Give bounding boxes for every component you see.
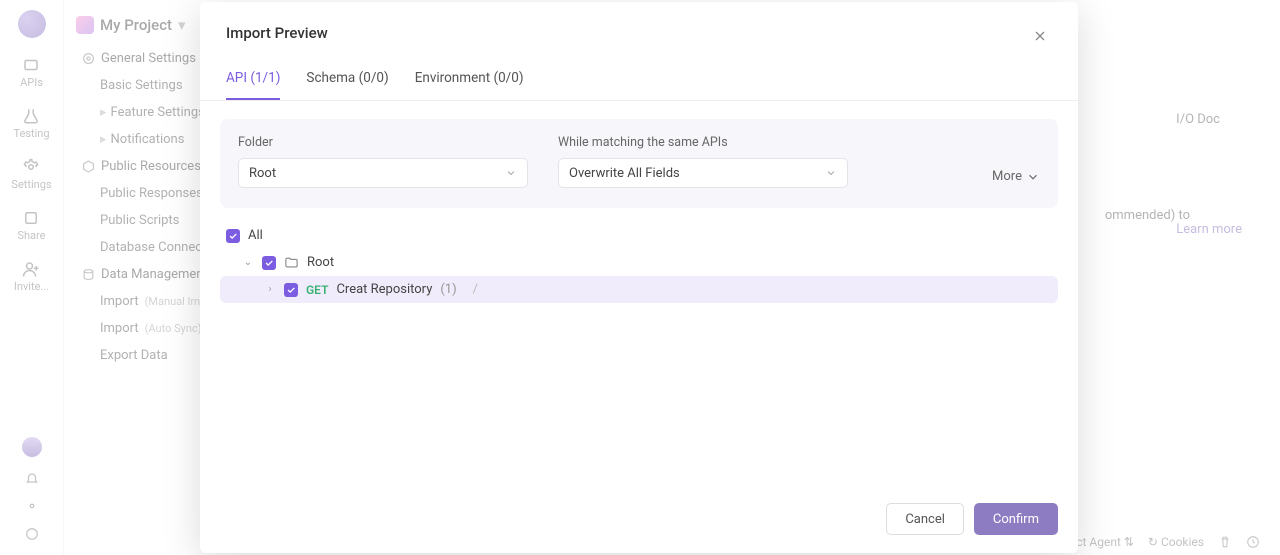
- tree-row-api-item[interactable]: › GET Creat Repository (1) /: [220, 276, 1058, 303]
- checkbox-all[interactable]: [226, 229, 240, 243]
- check-icon: [264, 258, 274, 268]
- http-method: GET: [306, 283, 328, 297]
- caret-icon[interactable]: ⌄: [242, 257, 254, 268]
- options-panel: Folder Root While matching the same APIs…: [220, 119, 1058, 208]
- import-tree: All ⌄ Root › GET Creat Repository (1) /: [220, 222, 1058, 303]
- close-button[interactable]: [1028, 24, 1052, 52]
- gear-icon: [82, 52, 95, 65]
- check-icon: [286, 285, 296, 295]
- rail-share[interactable]: Share: [17, 209, 45, 242]
- iodoc-text: I/O Doc: [1176, 112, 1220, 127]
- share-icon: [22, 209, 40, 227]
- cookies-status[interactable]: ↻ Cookies: [1148, 535, 1204, 549]
- cube-icon: [82, 160, 95, 173]
- rail-apis[interactable]: APIs: [20, 56, 43, 89]
- api-path: /: [473, 282, 478, 297]
- rail-apis-label: APIs: [20, 76, 43, 89]
- folder-label: Folder: [238, 135, 528, 150]
- more-toggle[interactable]: More: [992, 169, 1040, 188]
- rail-invite-label: Invite...: [14, 280, 49, 293]
- import-auto-label: Import: [100, 321, 139, 336]
- checkbox-item[interactable]: [284, 283, 298, 297]
- check-icon: [228, 231, 238, 241]
- match-select[interactable]: Overwrite All Fields: [558, 158, 848, 188]
- chevron-down-icon: [505, 167, 517, 179]
- apis-icon: [22, 56, 40, 74]
- agent-status[interactable]: ect Agent ⇅: [1070, 535, 1134, 549]
- tab-schema[interactable]: Schema (0/0): [306, 70, 388, 100]
- rail-settings-label: Settings: [11, 178, 51, 191]
- modal-footer: Cancel Confirm: [200, 489, 1078, 553]
- rail-settings[interactable]: Settings: [11, 158, 51, 191]
- chevron-down-icon: [825, 167, 837, 179]
- gear-icon[interactable]: [25, 499, 39, 513]
- feature-label: Feature Settings: [111, 105, 205, 120]
- trash-icon[interactable]: [1218, 535, 1232, 549]
- import-auto-tag: (Auto Sync): [145, 322, 202, 335]
- close-icon: [1032, 28, 1048, 44]
- chevron-down-icon: [1026, 170, 1040, 184]
- api-name: Creat Repository: [336, 282, 432, 297]
- match-select-value: Overwrite All Fields: [569, 166, 680, 181]
- app-logo: [18, 10, 46, 38]
- bell-icon[interactable]: [25, 471, 39, 485]
- folder-icon: [284, 255, 299, 270]
- tab-api[interactable]: API (1/1): [226, 70, 280, 100]
- avatar[interactable]: [22, 437, 42, 457]
- folder-select[interactable]: Root: [238, 158, 528, 188]
- tree-row-all[interactable]: All: [220, 222, 1058, 249]
- left-rail: APIs Testing Settings Share Invite...: [0, 0, 64, 555]
- help-icon[interactable]: [25, 527, 39, 541]
- import-preview-modal: Import Preview API (1/1) Schema (0/0) En…: [200, 2, 1078, 553]
- caret-icon[interactable]: ›: [264, 284, 276, 295]
- rail-testing-label: Testing: [13, 127, 49, 140]
- learn-more-link[interactable]: Learn more: [1176, 222, 1242, 237]
- import-manual-label: Import: [100, 294, 139, 309]
- more-label: More: [992, 169, 1022, 184]
- project-name: My Project: [100, 16, 172, 34]
- testing-icon: [22, 107, 40, 125]
- clock-icon[interactable]: [1246, 535, 1260, 549]
- match-label: While matching the same APIs: [558, 135, 848, 150]
- cookies-label: Cookies: [1161, 535, 1204, 549]
- cancel-button[interactable]: Cancel: [886, 503, 964, 535]
- status-bar: ect Agent ⇅ ↻ Cookies: [1070, 535, 1260, 549]
- folder-select-value: Root: [249, 166, 276, 181]
- api-count: (1): [440, 282, 456, 297]
- group-data-label: Data Management: [101, 267, 208, 282]
- confirm-button[interactable]: Confirm: [974, 503, 1058, 535]
- all-label: All: [248, 228, 263, 243]
- root-label: Root: [307, 255, 334, 270]
- rail-share-label: Share: [17, 229, 45, 242]
- recommended-text: ommended) to: [1105, 208, 1190, 223]
- checkbox-root[interactable]: [262, 256, 276, 270]
- rail-testing[interactable]: Testing: [13, 107, 49, 140]
- notifications-label: Notifications: [111, 132, 185, 147]
- chevron-down-icon: ▾: [178, 16, 186, 34]
- group-general-label: General Settings: [101, 51, 196, 66]
- group-public-label: Public Resources: [101, 159, 201, 174]
- modal-tabs: API (1/1) Schema (0/0) Environment (0/0): [200, 52, 1078, 101]
- settings-icon: [22, 158, 40, 176]
- tree-row-root[interactable]: ⌄ Root: [220, 249, 1058, 276]
- project-icon: [76, 16, 94, 34]
- tab-environment[interactable]: Environment (0/0): [415, 70, 524, 100]
- rail-invite[interactable]: Invite...: [14, 260, 49, 293]
- modal-title: Import Preview: [226, 24, 328, 42]
- invite-icon: [22, 260, 40, 278]
- database-icon: [82, 268, 95, 281]
